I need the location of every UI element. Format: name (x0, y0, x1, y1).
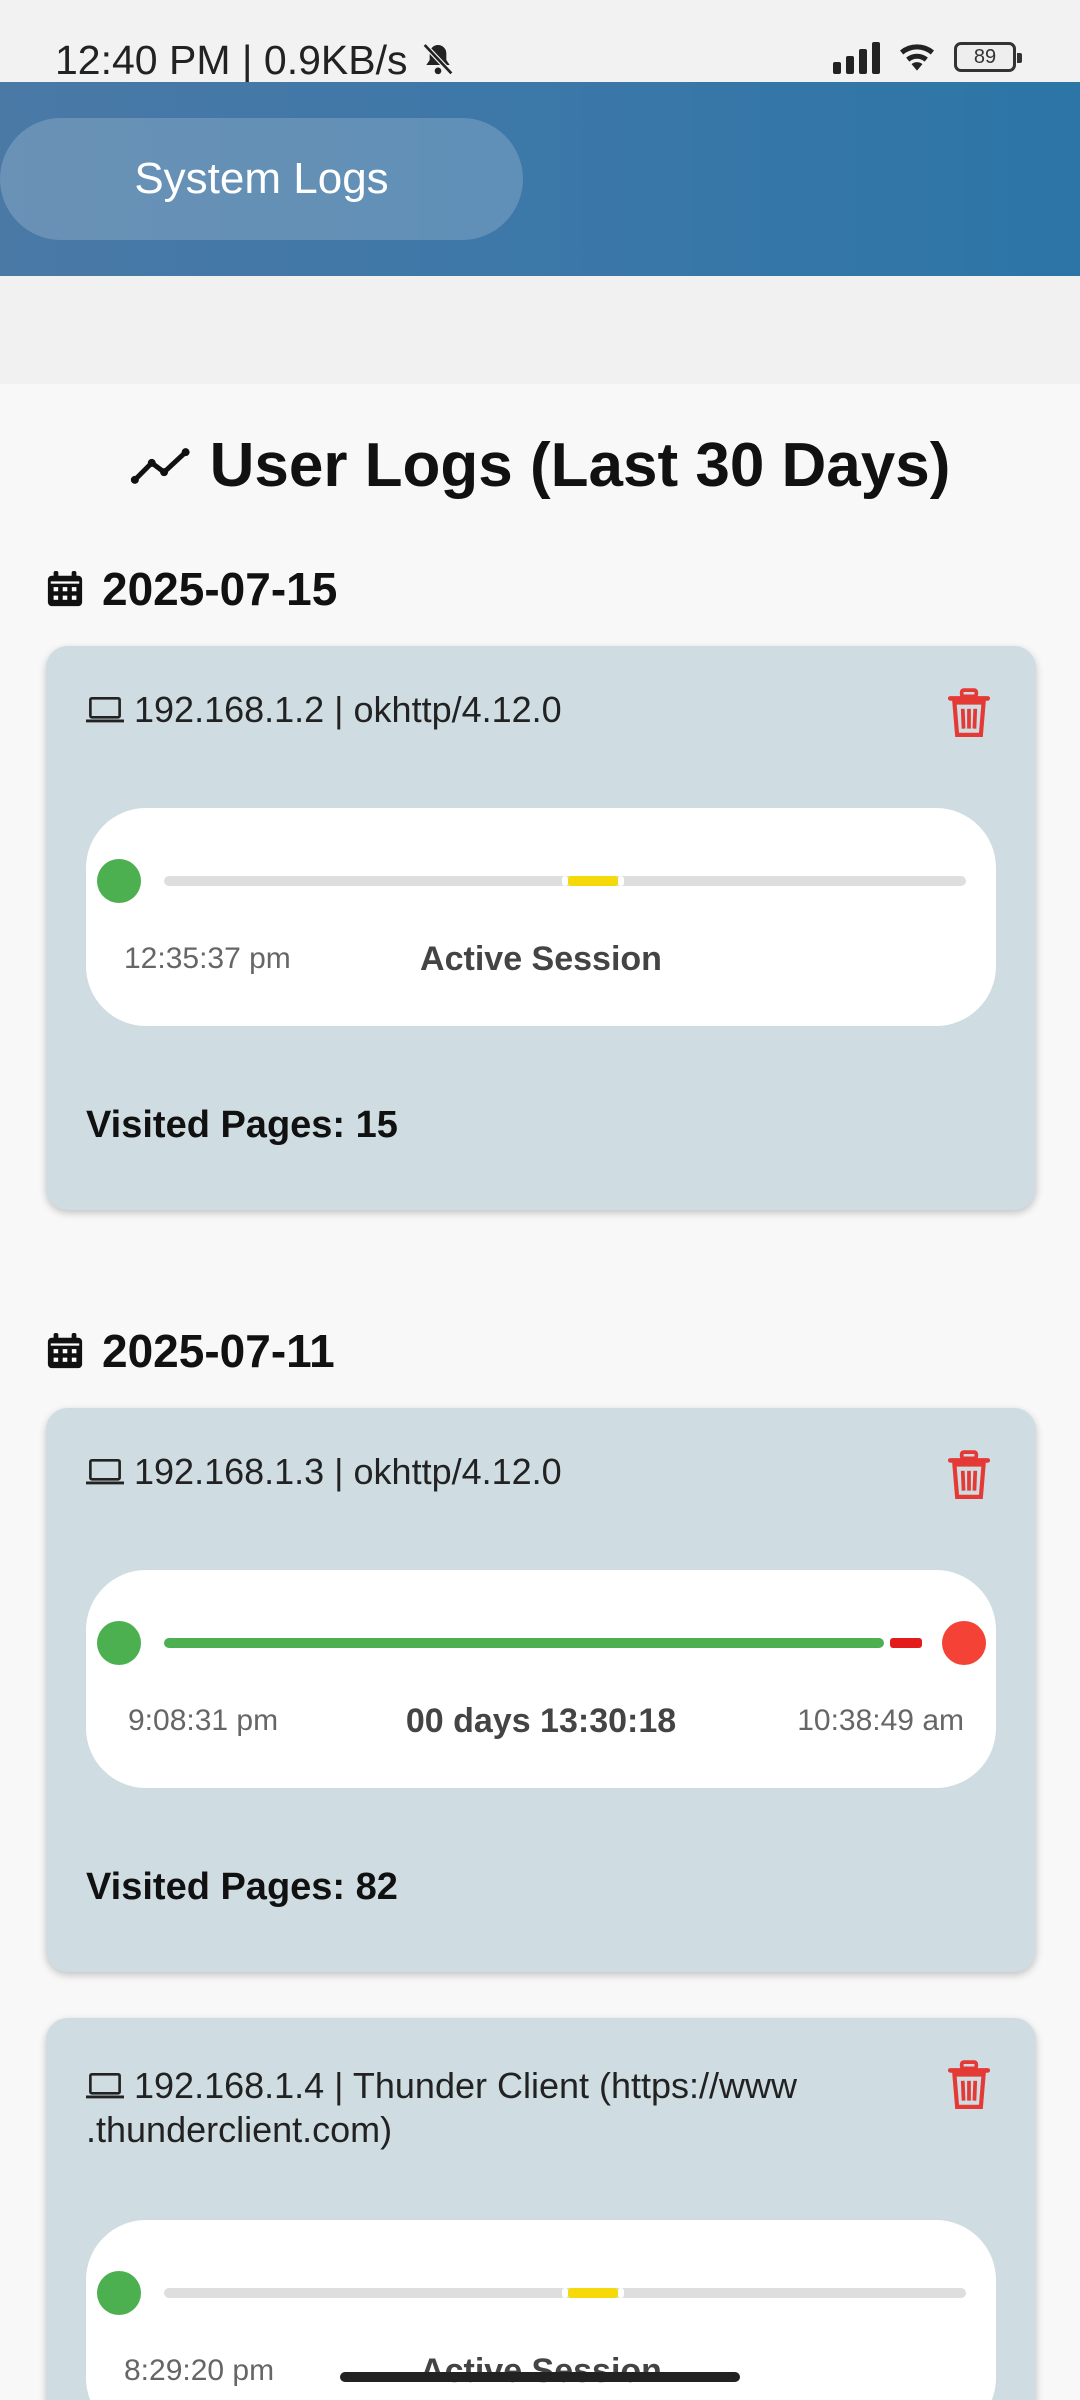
date-heading: 2025-07-15 (46, 562, 337, 616)
calendar-icon (47, 1332, 83, 1369)
laptop-icon (86, 696, 124, 723)
client-info: 192.168.1.4 | Thunder Client (https://ww… (86, 2065, 798, 2150)
calendar-icon (47, 570, 83, 607)
active-marker (568, 2288, 618, 2298)
date-label: 2025-07-11 (102, 1325, 335, 1377)
session-status: Active Session (420, 940, 662, 978)
session-track (164, 876, 966, 886)
client-info: 192.168.1.3 | okhttp/4.12.0 (134, 1451, 562, 1492)
signal-icon (833, 40, 880, 74)
session-end-time: 10:38:49 am (797, 1704, 964, 1737)
wifi-icon (900, 44, 934, 71)
trend-icon (130, 447, 190, 484)
date-heading: 2025-07-11 (46, 1324, 335, 1378)
battery-level: 89 (973, 46, 997, 68)
home-indicator[interactable] (340, 2372, 740, 2382)
status-time: 12:40 PM | 0.9KB/s (55, 37, 408, 83)
log-card[interactable]: 192.168.1.2 | okhttp/4.12.0 12:35:37 pm … (46, 646, 1036, 1210)
client-info: 192.168.1.2 | okhttp/4.12.0 (134, 689, 562, 730)
header-spacer (0, 276, 1080, 384)
section-title: User Logs (Last 30 Days) (0, 430, 1080, 501)
session-timeline: 12:35:37 pm Active Session (86, 808, 996, 1026)
section-title-text: User Logs (Last 30 Days) (209, 431, 951, 500)
laptop-icon (86, 2072, 124, 2099)
date-label: 2025-07-15 (102, 563, 338, 615)
app-header: System Logs (0, 82, 1080, 276)
log-card[interactable]: 192.168.1.4 | Thunder Client (https://ww… (46, 2018, 1036, 2400)
session-end-dot (942, 1621, 986, 1665)
trash-icon[interactable] (948, 2060, 990, 2110)
session-start-dot (97, 2271, 141, 2315)
session-track (164, 1638, 966, 1648)
visited-pages: Visited Pages: 15 (86, 1104, 398, 1146)
session-progress (164, 1638, 884, 1648)
session-track (164, 2288, 966, 2298)
visited-pages: Visited Pages: 82 (86, 1866, 398, 1908)
session-start-dot (97, 859, 141, 903)
battery-icon: 89 (954, 42, 1022, 72)
laptop-icon (86, 1458, 124, 1485)
active-marker (568, 876, 618, 886)
status-bar: 12:40 PM | 0.9KB/s 89 (0, 0, 1080, 83)
log-card[interactable]: 192.168.1.3 | okhttp/4.12.0 9:08:31 pm 0… (46, 1408, 1036, 1972)
trash-icon[interactable] (948, 1450, 990, 1500)
trash-icon[interactable] (948, 688, 990, 738)
session-timeline: 9:08:31 pm 00 days 13:30:18 10:38:49 am (86, 1570, 996, 1788)
session-start-dot (97, 1621, 141, 1665)
header-title[interactable]: System Logs (0, 118, 523, 240)
end-marker (890, 1638, 922, 1648)
bell-off-icon (422, 43, 453, 76)
